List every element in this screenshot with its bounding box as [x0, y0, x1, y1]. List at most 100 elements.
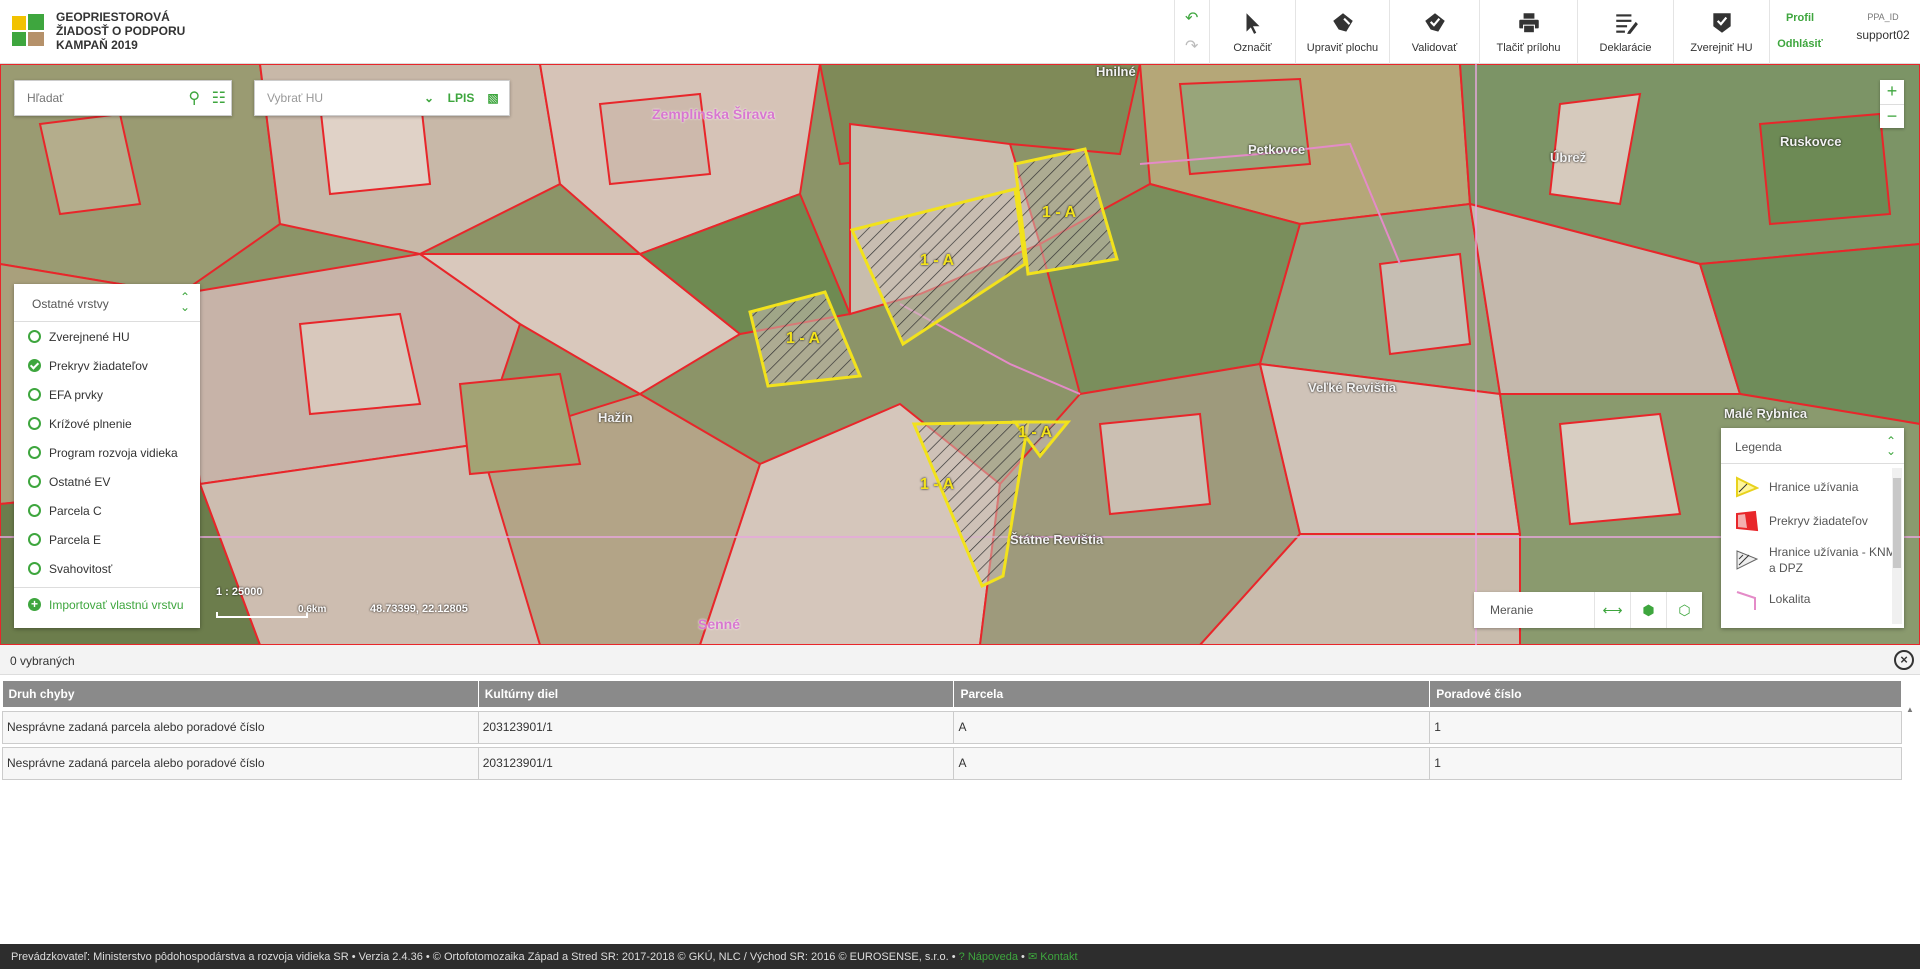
- parcel-label[interactable]: 1 - A: [920, 252, 954, 270]
- undo-icon[interactable]: ↶: [1185, 8, 1198, 28]
- radio-checked-icon[interactable]: [28, 359, 41, 372]
- radio-icon[interactable]: [28, 533, 41, 546]
- column-header-kulturny-diel[interactable]: Kultúrny diel: [478, 681, 955, 707]
- mail-icon: ✉: [1027, 951, 1041, 963]
- search-icon[interactable]: ⚲: [182, 84, 207, 112]
- table-header-row: Druh chyby Kultúrny diel Parcela Poradov…: [2, 681, 1902, 707]
- collapse-chevron-icon[interactable]: ⌃ ⌄: [1886, 435, 1896, 457]
- layer-item-efa-prvky[interactable]: EFA prvky: [14, 380, 200, 409]
- table-row[interactable]: Nesprávne zadaná parcela alebo poradové …: [2, 710, 1902, 744]
- tool-declarations-label: Deklarácie: [1599, 42, 1652, 54]
- layer-item-parcela-c[interactable]: Parcela C: [14, 496, 200, 525]
- parcel-label[interactable]: 1 - A: [1018, 424, 1052, 442]
- radio-icon[interactable]: [28, 475, 41, 488]
- radio-icon[interactable]: [28, 562, 41, 575]
- map-canvas[interactable]: [0, 64, 1920, 645]
- layer-item-label: Program rozvoja vidieka: [49, 445, 178, 460]
- layer-item-label: Prekryv žiadateľov: [49, 358, 148, 373]
- radio-icon[interactable]: [28, 330, 41, 343]
- map-label-statne-revistia: Štátne Revištia: [1010, 532, 1104, 547]
- column-header-parcela[interactable]: Parcela: [953, 681, 1431, 707]
- user-info: PPA_ID support02: [1846, 0, 1920, 64]
- collapse-chevron-icon[interactable]: ⌃ ⌄: [180, 291, 190, 313]
- hu-select[interactable]: Vybrať HU ⌄ LPIS ▧: [254, 80, 510, 116]
- radio-icon[interactable]: [28, 417, 41, 430]
- lpis-toggle-button[interactable]: LPIS: [445, 82, 477, 114]
- undo-redo-group: ↶ ↷: [1174, 0, 1210, 64]
- layer-toggle-icon[interactable]: ▧: [477, 82, 509, 114]
- chevron-down-icon[interactable]: ⌄: [413, 82, 445, 114]
- map-coordinates: 48.73399, 22.12805: [370, 603, 468, 615]
- table-row[interactable]: Nesprávne zadaná parcela alebo poradové …: [2, 746, 1902, 780]
- layer-item-zverejnene-hu[interactable]: Zverejnené HU: [14, 322, 200, 351]
- logout-link[interactable]: Odhlásiť: [1760, 38, 1840, 50]
- search-input[interactable]: [15, 83, 182, 113]
- errors-table: Druh chyby Kultúrny diel Parcela Poradov…: [2, 681, 1902, 780]
- radio-icon[interactable]: [28, 504, 41, 517]
- scale-distance: 0.6km: [298, 604, 327, 615]
- top-bar: GEOPRIESTOROVÁ ŽIADOSŤ O PODPORU KAMPAŇ …: [0, 0, 1920, 64]
- hu-select-value[interactable]: Vybrať HU: [255, 91, 413, 105]
- validate-icon: [1424, 13, 1445, 32]
- tool-edit-area-button[interactable]: Upraviť plochu: [1296, 0, 1390, 64]
- table-cell: 1: [1429, 746, 1902, 780]
- legend-scrollbar[interactable]: [1892, 468, 1902, 624]
- import-layer-button[interactable]: + Importovať vlastnú vrstvu: [14, 587, 200, 621]
- map-label-petkovce: Petkovce: [1248, 142, 1306, 157]
- legend-panel: Legenda ⌃ ⌄ Hranice užívania Prekryv žiad…: [1721, 428, 1904, 628]
- tool-publish-hu-button[interactable]: Zverejniť HU: [1674, 0, 1770, 64]
- app-title-line-1: GEOPRIESTOROVÁ: [56, 10, 170, 24]
- tool-select-button[interactable]: Označiť: [1210, 0, 1296, 64]
- column-header-poradove-cislo[interactable]: Poradové číslo: [1429, 681, 1902, 707]
- layer-item-ostatne-ev[interactable]: Ostatné EV: [14, 467, 200, 496]
- app-title-line-3: KAMPAŇ 2019: [56, 38, 138, 52]
- tool-declarations-button[interactable]: Deklarácie: [1578, 0, 1674, 64]
- redo-icon[interactable]: ↷: [1185, 36, 1198, 56]
- profile-link[interactable]: Profil: [1760, 12, 1840, 24]
- contact-link[interactable]: Kontakt: [1040, 951, 1077, 963]
- legend-item: Lokalita: [1721, 588, 1904, 610]
- parcel-label[interactable]: 1 - A: [786, 330, 820, 348]
- ppa-id-label: PPA_ID: [1867, 12, 1899, 22]
- map-label-ubrez: Úbrež: [1550, 150, 1587, 165]
- layer-item-parcela-e[interactable]: Parcela E: [14, 525, 200, 554]
- table-cell: Nesprávne zadaná parcela alebo poradové …: [2, 710, 479, 744]
- help-link[interactable]: Nápoveda: [968, 951, 1018, 963]
- column-header-druh-chyby[interactable]: Druh chyby: [2, 681, 479, 707]
- parcel-label[interactable]: 1 - A: [920, 476, 954, 494]
- measure-polygon-icon[interactable]: ⬡: [1666, 592, 1702, 628]
- map-label-male-rybnica: Malé Rybnica: [1724, 406, 1808, 421]
- layer-item-program-rozvoja-vidieka[interactable]: Program rozvoja vidieka: [14, 438, 200, 467]
- legend-item: Hranice užívania - KNM a DPZ: [1721, 544, 1904, 576]
- tool-edit-area-label: Upraviť plochu: [1306, 42, 1379, 54]
- radio-icon[interactable]: [28, 388, 41, 401]
- close-icon[interactable]: ×: [1894, 650, 1914, 670]
- radio-icon[interactable]: [28, 446, 41, 459]
- legend-header[interactable]: Legenda ⌃ ⌄: [1721, 428, 1904, 464]
- search-list-icon[interactable]: ☷: [207, 84, 232, 112]
- zoom-out-button[interactable]: −: [1880, 104, 1904, 128]
- scroll-up-icon[interactable]: ▲: [1904, 705, 1916, 714]
- map-view[interactable]: Zemplínska Šírava Veľké Revištia Senné H…: [0, 64, 1920, 645]
- legend-item-label: Hranice užívania: [1769, 480, 1859, 494]
- legend-title: Legenda: [1735, 440, 1782, 454]
- measure-toolbar: Meranie ⟷ ⬢ ⬡: [1474, 592, 1702, 628]
- tool-print-button[interactable]: Tlačiť prílohu: [1480, 0, 1578, 64]
- layer-item-prekryv-ziadatelov[interactable]: Prekryv žiadateľov: [14, 351, 200, 380]
- measure-distance-icon[interactable]: ⟷: [1594, 592, 1630, 628]
- layer-item-svahovitost[interactable]: Svahovitosť: [14, 554, 200, 583]
- table-cell: A: [953, 710, 1431, 744]
- layers-panel-title: Ostatné vrstvy: [32, 297, 109, 311]
- layers-panel-header[interactable]: Ostatné vrstvy ⌃ ⌄: [14, 284, 200, 322]
- legend-item: Hranice užívania: [1721, 476, 1904, 498]
- scale-bar: [216, 612, 308, 618]
- map-label-zemplinska-sirava: Zemplínska Šírava: [652, 106, 775, 122]
- zoom-in-button[interactable]: +: [1880, 80, 1904, 104]
- parcel-label[interactable]: 1 - A: [1042, 204, 1076, 222]
- results-scrollbar[interactable]: ▲: [1904, 705, 1916, 937]
- map-label-ruskovce: Ruskovce: [1780, 134, 1842, 149]
- measure-area-icon[interactable]: ⬢: [1630, 592, 1666, 628]
- tool-validate-button[interactable]: Validovať: [1390, 0, 1480, 64]
- footer-text: Prevádzkovateľ: Ministerstvo pôdohospodá…: [11, 951, 956, 963]
- layer-item-krizove-plnenie[interactable]: Krížové plnenie: [14, 409, 200, 438]
